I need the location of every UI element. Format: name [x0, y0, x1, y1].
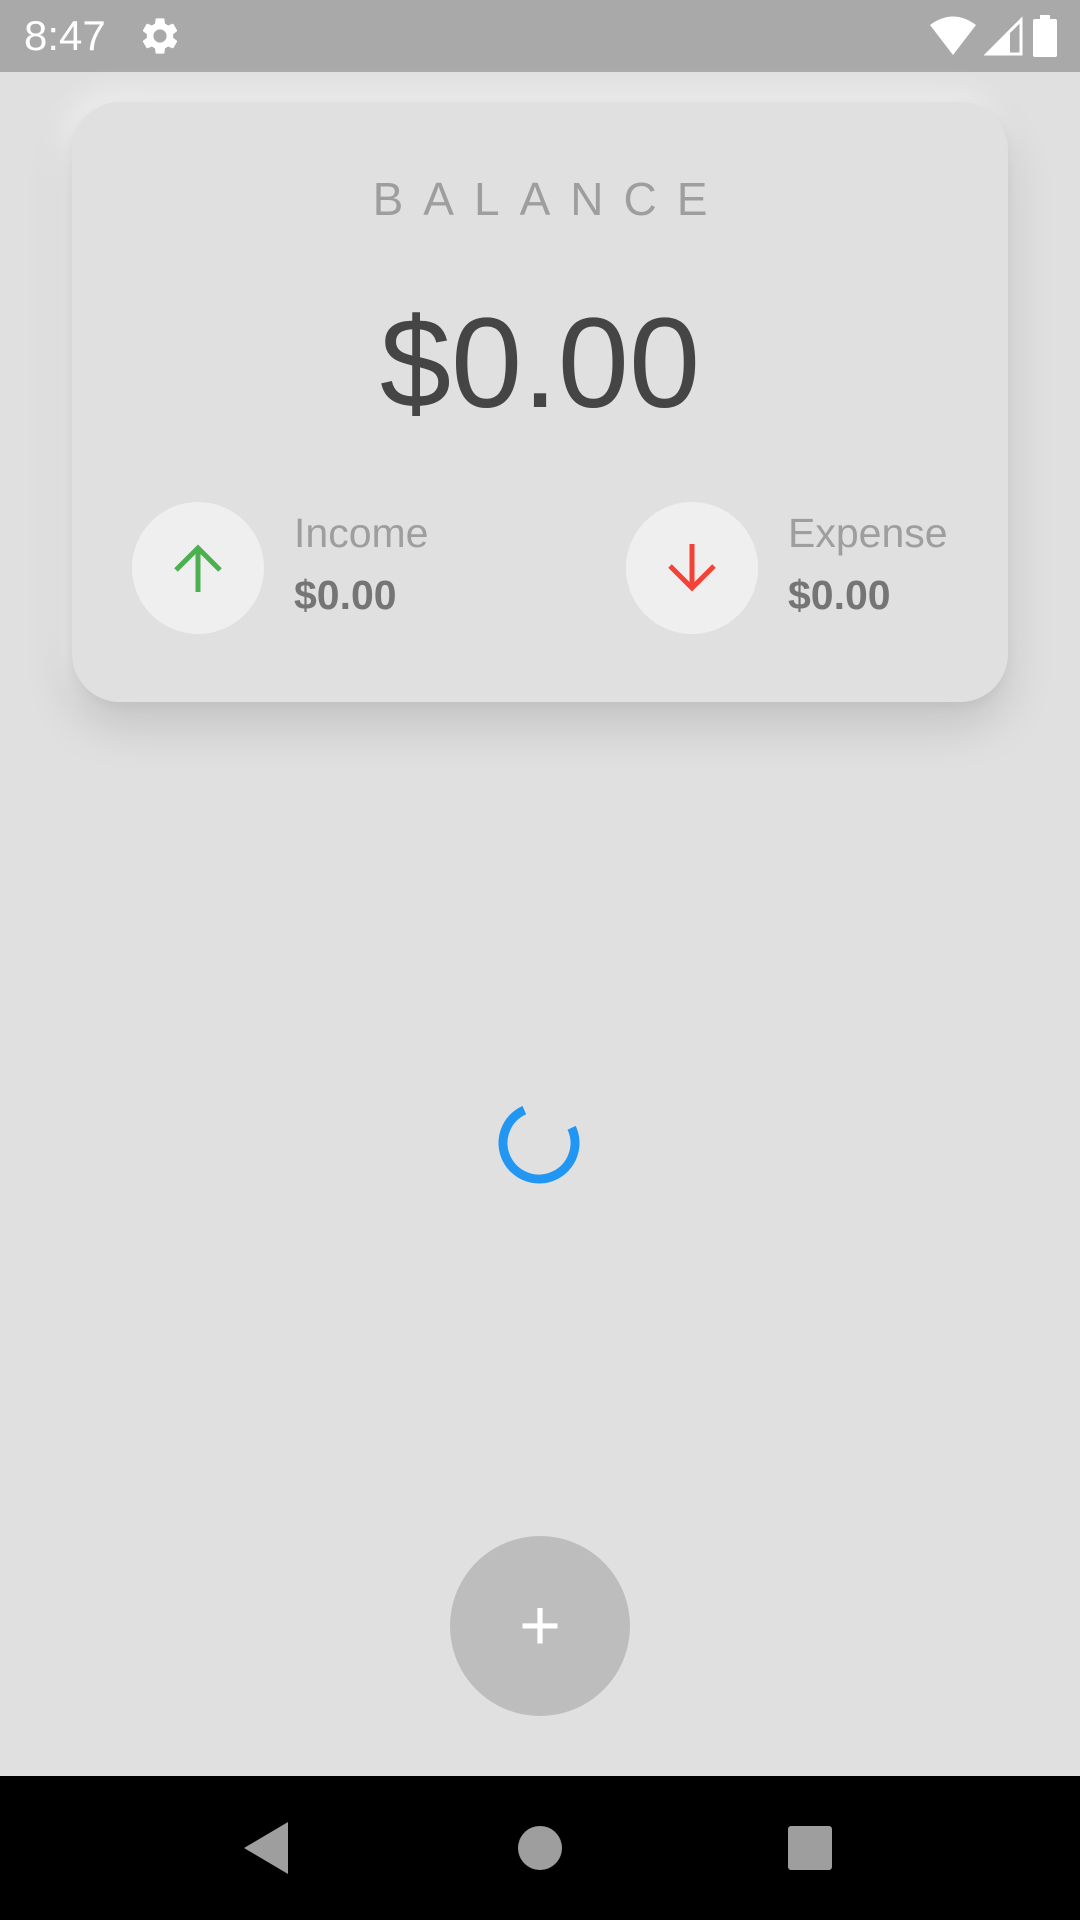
- income-icon-circle: [132, 502, 264, 634]
- balance-card: BALANCE $0.00 Income $0.00 Expense $0.00: [72, 102, 1008, 702]
- cell-signal-icon: [984, 16, 1023, 56]
- arrow-down-icon: [668, 544, 716, 592]
- gear-icon: [138, 14, 182, 58]
- status-icons: [930, 14, 1058, 58]
- navigation-bar: [0, 1776, 1080, 1920]
- expense-icon-circle: [626, 502, 758, 634]
- battery-icon: [1033, 15, 1057, 57]
- balance-label: BALANCE: [372, 173, 728, 225]
- back-icon[interactable]: [230, 1812, 302, 1884]
- status-time: 8:47: [24, 12, 106, 59]
- status-bar: 8:47: [0, 0, 1080, 72]
- wifi-icon: [930, 16, 976, 55]
- home-icon[interactable]: [504, 1812, 576, 1884]
- income-label: Income: [294, 510, 429, 556]
- plus-icon: +: [518, 1586, 562, 1666]
- expense-label: Expense: [788, 510, 948, 556]
- income-value: $0.00: [294, 572, 397, 618]
- loading-spinner: [498, 1102, 580, 1184]
- recents-icon[interactable]: [774, 1812, 846, 1884]
- add-transaction-button[interactable]: +: [450, 1536, 630, 1716]
- arrow-up-icon: [174, 544, 222, 592]
- expense-value: $0.00: [788, 572, 891, 618]
- balance-amount: $0.00: [379, 292, 701, 435]
